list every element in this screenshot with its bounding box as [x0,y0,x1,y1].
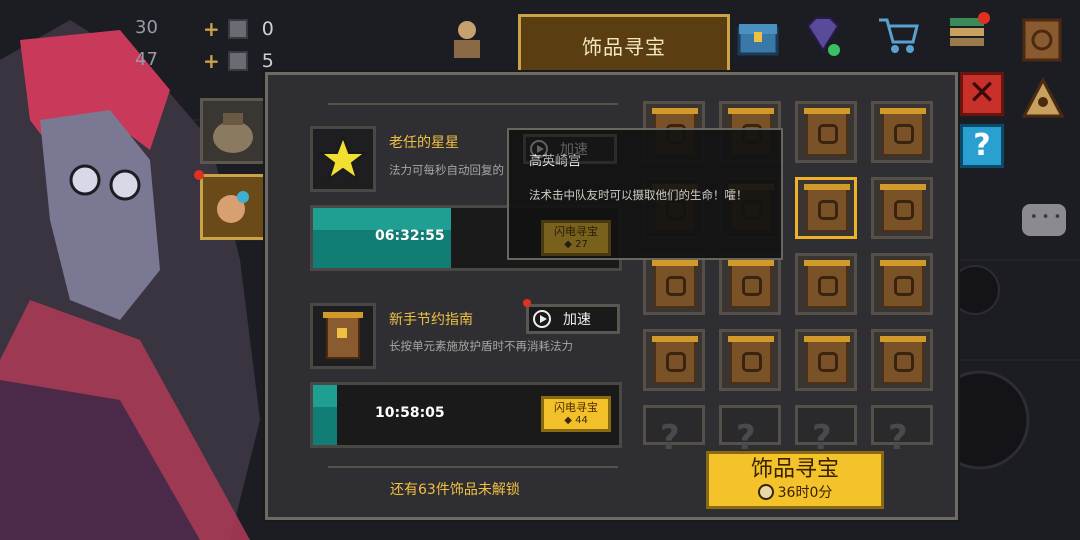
resource-count-2: 5 [261,50,274,72]
character-icon[interactable] [444,16,490,62]
diamond-icon: ◆ [564,415,572,426]
trinket-slot[interactable] [643,329,705,391]
trinket-slot[interactable] [871,329,933,391]
timer-1: 06:32:55 [375,228,445,244]
item-desc-1: 法力可每秒自动回复的 [389,163,504,177]
scroll-icon [804,184,850,232]
scroll-icon [804,336,850,384]
scroll-icon [880,108,926,156]
bag-icon [227,51,248,71]
trinket-hunt-button[interactable]: 饰品寻宝 36时0分 [706,451,884,509]
bag-icon [227,19,248,39]
divider-bottom [328,466,618,468]
tooltip-lightning-button[interactable]: 闪电寻宝 ◆ 27 [541,220,611,256]
timer-2: 10:58:05 [375,405,445,421]
sack-icon [213,113,253,153]
help-icon: ? [973,128,991,163]
scroll-icon [804,108,850,156]
progress-fill-2 [313,385,338,445]
trinket-slot[interactable]: ? [643,405,705,458]
locked-count-text: 还有63件饰品未解锁 [390,482,520,498]
tooltip-lightning-cost: 27 [575,239,588,250]
star-icon [318,134,368,182]
plus-icon: + [203,49,220,73]
speed-up-button-1[interactable]: 加速 [523,134,617,164]
scroll-icon [728,336,774,384]
scroll-icon [880,184,926,232]
play-icon [533,310,551,328]
book-icon[interactable] [1020,16,1066,62]
trinket-slot[interactable] [719,329,781,391]
trinket-slot[interactable] [871,101,933,163]
item-slot-1[interactable] [310,126,376,192]
scroll-icon [880,260,926,308]
trinket-slot[interactable] [719,253,781,315]
scroll-icon [804,260,850,308]
item-name-1: 老任的星星 [389,135,459,151]
camp-icon[interactable] [1020,76,1066,122]
item-name-2: 新手节约指南 [389,312,473,328]
trinket-slot[interactable] [871,177,933,239]
tooltip-lightning-label: 闪电寻宝 [554,225,598,238]
chest-icon[interactable] [735,14,781,60]
diamond-icon: ◆ [564,239,572,250]
speed-up-label-1: 加速 [560,142,588,158]
cart-icon[interactable] [875,12,921,58]
lightning-hunt-button-2[interactable]: 闪电寻宝 ◆ 44 [541,396,611,432]
scroll-icon [323,312,363,359]
help-button[interactable]: ? [960,124,1004,168]
resource-row-2: + 5 [203,49,274,73]
trinket-hunt-label: 饰品寻宝 [750,457,839,482]
trinket-slot[interactable] [871,253,933,315]
side-tab-pet[interactable] [200,174,266,240]
trinket-slot[interactable] [795,177,857,239]
locked-slot-icon: ? [888,418,908,458]
resource-count-1: 0 [261,18,274,40]
resource-left-value-2: 47 [135,49,158,70]
trinket-slot[interactable] [795,253,857,315]
scroll-icon [728,260,774,308]
divider-top [328,103,618,105]
notification-dot [523,299,531,307]
close-button[interactable]: ✕ [960,72,1004,116]
resource-row-1: + 0 [203,17,274,41]
coins-icon[interactable] [946,10,992,56]
lightning-hunt-label-2: 闪电寻宝 [554,401,598,414]
tooltip-desc: 法术击中队友时可以摄取他们的生命！嚯！ [529,188,748,202]
trinket-slot[interactable] [795,101,857,163]
speed-up-label-2: 加速 [563,312,591,328]
scroll-icon [880,336,926,384]
pet-icon [217,191,249,223]
plus-icon: + [203,17,220,41]
clock-icon [757,484,774,500]
locked-slot-icon: ? [660,418,680,458]
item-slot-2[interactable] [310,303,376,369]
trinket-slot[interactable]: ? [795,405,857,458]
lightning-cost-2: 44 [575,415,588,426]
close-icon: ✕ [967,73,997,113]
trinket-slot[interactable] [795,329,857,391]
notification-dot [194,170,204,180]
item-desc-2: 长按单元素施放护盾时不再消耗法力 [389,339,573,353]
tab-trinket-hunt[interactable]: 饰品寻宝 [518,14,730,76]
play-icon [530,140,548,158]
scroll-icon [652,336,698,384]
scroll-icon [652,260,698,308]
trinket-hunt-time: 36时0分 [777,485,833,501]
resource-left-value-1: 30 [135,17,158,38]
side-tab-bag[interactable] [200,98,266,164]
trinket-slot[interactable]: ? [871,405,933,458]
gem-icon[interactable] [800,12,846,58]
chat-icon[interactable] [1022,204,1066,236]
speed-up-button-2[interactable]: 加速 [526,304,620,334]
trinket-tooltip: 高英崎宫 法术击中队友时可以摄取他们的生命！嚯！ 闪电寻宝 ◆ 27 加速 [507,128,783,260]
trinket-slot[interactable]: ? [719,405,781,458]
trinket-slot[interactable] [643,253,705,315]
